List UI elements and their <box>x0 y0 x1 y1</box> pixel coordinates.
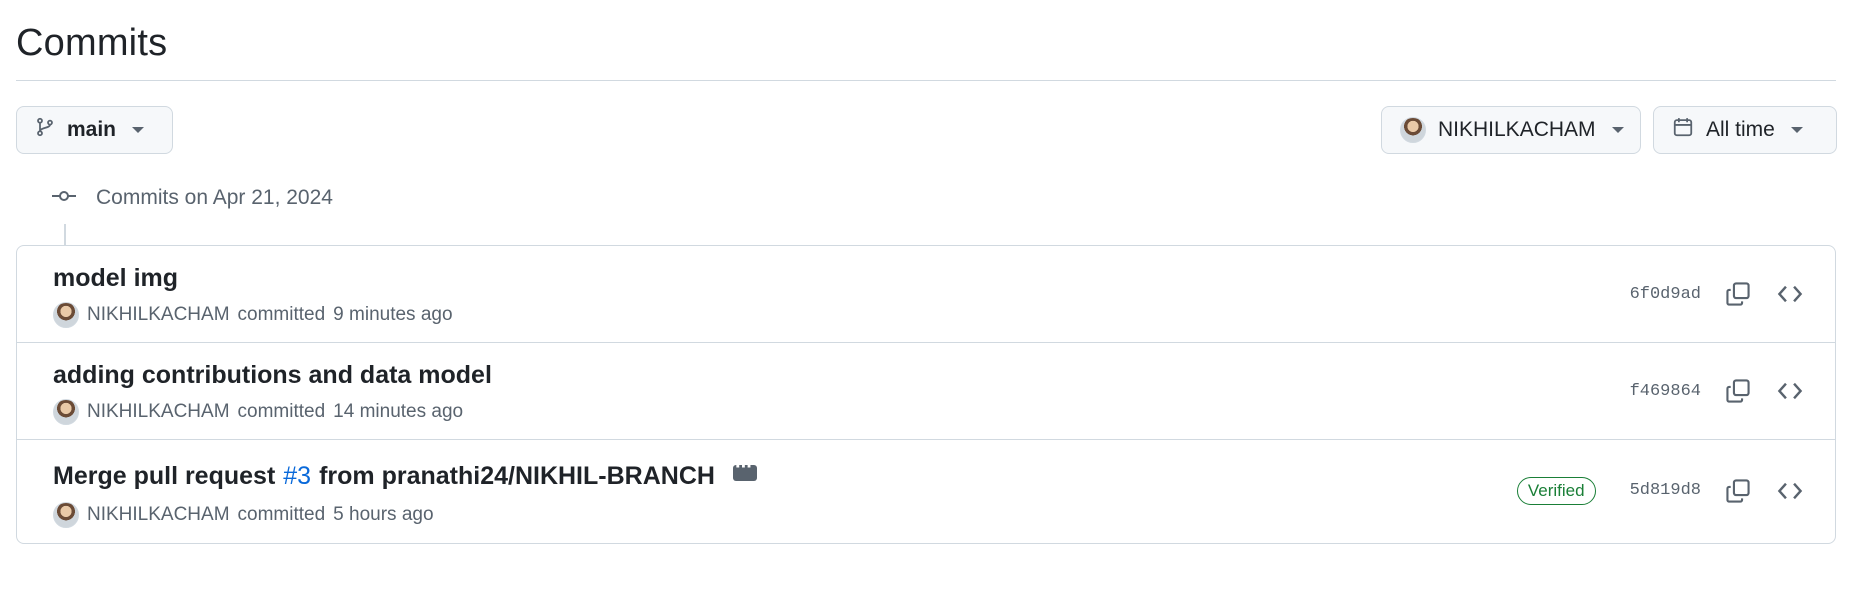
commit-meta: NIKHILKACHAM committed 14 minutes ago <box>53 399 463 425</box>
chevron-down-icon <box>1611 127 1624 133</box>
commit-message-suffix[interactable]: from pranathi24/NIKHIL-BRANCH <box>319 462 715 491</box>
avatar[interactable] <box>53 399 79 425</box>
page-title: Commits <box>16 22 168 64</box>
commit-action: committed <box>237 401 326 422</box>
commit-actions: Verified 5d819d8 <box>1516 440 1805 541</box>
copy-icon[interactable] <box>1723 279 1753 309</box>
user-filter-button[interactable]: NIKHILKACHAM <box>1381 106 1641 154</box>
avatar[interactable] <box>53 502 79 528</box>
copy-icon[interactable] <box>1723 376 1753 406</box>
commit-meta: NIKHILKACHAM committed 5 hours ago <box>53 502 434 528</box>
commit-message[interactable]: model img <box>53 264 178 293</box>
branch-label: main <box>67 118 117 141</box>
user-filter-label: NIKHILKACHAM <box>1438 118 1596 141</box>
git-branch-icon <box>35 117 55 143</box>
commit-sha[interactable]: 5d819d8 <box>1630 481 1701 500</box>
commit-action: committed <box>237 304 326 325</box>
pull-request-link[interactable]: #3 <box>283 462 311 491</box>
commit-row: Merge pull request #3 from pranathi24/NI… <box>17 440 1835 541</box>
commit-row: adding contributions and data model NIKH… <box>17 343 1835 440</box>
time-filter-button[interactable]: All time <box>1653 106 1837 154</box>
expand-message-button[interactable] <box>732 456 757 481</box>
commit-time: 9 minutes ago <box>333 304 453 325</box>
commit-row: model img NIKHILKACHAM committed 9 minut… <box>17 246 1835 343</box>
commit-actions: f469864 <box>1630 343 1805 439</box>
commit-message-link[interactable]: Merge pull request #3 from pranathi24/NI… <box>53 456 757 491</box>
commit-sha[interactable]: 6f0d9ad <box>1630 285 1701 304</box>
branch-select-button[interactable]: main <box>16 106 173 154</box>
commit-action: committed <box>237 504 326 525</box>
commit-message-prefix[interactable]: Merge pull request <box>53 462 275 491</box>
avatar <box>1400 117 1426 143</box>
commit-author[interactable]: NIKHILKACHAM <box>87 504 230 526</box>
timeline-connector <box>64 224 66 246</box>
avatar[interactable] <box>53 302 79 328</box>
code-browse-icon[interactable] <box>1775 476 1805 506</box>
chevron-down-icon <box>132 127 145 133</box>
commit-message-link[interactable]: adding contributions and data model <box>53 361 492 390</box>
calendar-icon <box>1672 116 1694 144</box>
title-divider <box>16 80 1836 81</box>
commit-actions: 6f0d9ad <box>1630 246 1805 342</box>
commit-time: 5 hours ago <box>333 504 434 525</box>
commit-message[interactable]: adding contributions and data model <box>53 361 492 390</box>
commit-date-label: Commits on Apr 21, 2024 <box>96 186 333 209</box>
copy-icon[interactable] <box>1723 476 1753 506</box>
verified-badge[interactable]: Verified <box>1516 476 1596 505</box>
commit-meta: NIKHILKACHAM committed 9 minutes ago <box>53 302 453 328</box>
commit-message-link[interactable]: model img <box>53 264 178 293</box>
git-commit-icon <box>52 186 76 210</box>
time-filter-label: All time <box>1706 118 1775 141</box>
commits-page: Commits main NIKHILKACHAM All time Commi… <box>0 0 1852 589</box>
commit-list: model img NIKHILKACHAM committed 9 minut… <box>16 245 1836 544</box>
chevron-down-icon <box>1790 127 1803 133</box>
code-browse-icon[interactable] <box>1775 376 1805 406</box>
commit-author[interactable]: NIKHILKACHAM <box>87 401 230 423</box>
commit-sha[interactable]: f469864 <box>1630 382 1701 401</box>
commit-time: 14 minutes ago <box>333 401 464 422</box>
commit-author[interactable]: NIKHILKACHAM <box>87 304 230 326</box>
timeline-group-header: Commits on Apr 21, 2024 <box>52 186 333 210</box>
code-browse-icon[interactable] <box>1775 279 1805 309</box>
